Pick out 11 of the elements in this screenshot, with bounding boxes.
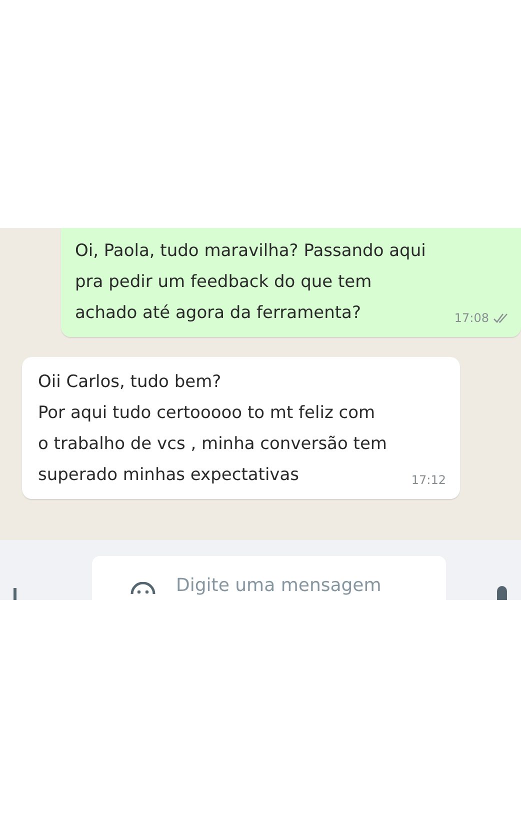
message-text: achado até agora da ferramenta? xyxy=(75,302,362,325)
message-time: 17:08 xyxy=(454,311,489,325)
message-text: Por aqui tudo certooooo to mt feliz com xyxy=(38,402,376,425)
message-text: superado minhas expectativas xyxy=(38,464,300,487)
message-input[interactable]: Digite uma mensagem xyxy=(92,556,446,600)
message-time: 17:12 xyxy=(411,473,446,487)
emoji-icon[interactable] xyxy=(130,582,156,594)
message-text: o trabalho de vcs , minha conversão tem xyxy=(38,433,388,456)
message-text: pra pedir um feedback do que tem xyxy=(75,271,373,294)
message-text: Oii Carlos, tudo bem? xyxy=(38,371,222,394)
message-text: Oi, Paola, tudo maravilha? Passando aqui xyxy=(75,240,427,263)
